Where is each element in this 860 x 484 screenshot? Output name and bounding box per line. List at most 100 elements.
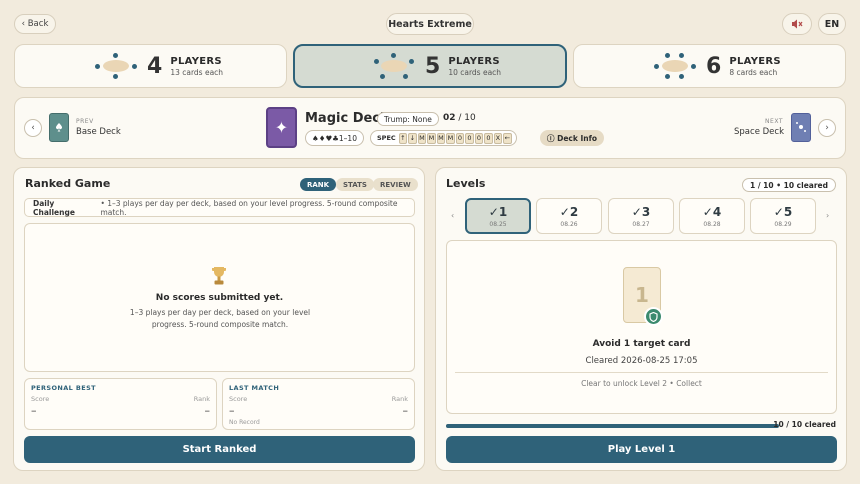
level-date: 08.28 xyxy=(703,220,721,228)
level-1[interactable]: ✓1 08.25 xyxy=(465,198,531,234)
level-number: ✓4 xyxy=(702,204,722,219)
back-button[interactable]: ‹ Back xyxy=(14,14,56,34)
player-count: 5 xyxy=(425,53,441,79)
level-number: ✓5 xyxy=(773,204,793,219)
levels-progress-bar xyxy=(446,424,779,428)
cleared-time: Cleared 2026-08-25 17:05 xyxy=(585,356,698,366)
table-5-icon xyxy=(373,53,415,79)
best-rank: – xyxy=(204,404,211,417)
level-date: 08.26 xyxy=(560,220,578,228)
deck-progress: 02 / 10 xyxy=(443,113,476,123)
start-ranked-button[interactable]: Start Ranked xyxy=(24,436,415,463)
personal-best: PERSONAL BEST Score Rank – – xyxy=(24,378,217,430)
tab-review[interactable]: REVIEW xyxy=(373,178,418,191)
trump-badge: Trump: None xyxy=(377,112,439,126)
level-number: ✓3 xyxy=(631,204,651,219)
last-match: LAST MATCH Score Rank – – No Record xyxy=(222,378,415,430)
prev-deck-name[interactable]: Base Deck xyxy=(76,127,121,137)
speaker-muted-icon xyxy=(792,19,803,29)
space-deck-icon[interactable] xyxy=(791,113,811,142)
spec-item: M xyxy=(436,132,446,144)
spec-strip: SPEC ↑ ↓ M M M M 0 0 0 0 X ← xyxy=(370,130,517,146)
levels-title: Levels xyxy=(446,177,486,190)
empty-title: No scores submitted yet. xyxy=(155,293,284,303)
language-button[interactable]: EN xyxy=(818,13,846,35)
deck-selector: ‹ PREV Base Deck ✦ Magic Deck Trump: Non… xyxy=(14,97,846,159)
levels-count: 1 / 10 • 10 cleared xyxy=(742,178,836,192)
players-label: PLAYERS xyxy=(170,55,222,67)
spec-item: ↑ xyxy=(398,132,408,144)
ranked-title: Ranked Game xyxy=(25,177,111,190)
level-2[interactable]: ✓2 08.26 xyxy=(536,198,602,234)
best-score: – xyxy=(31,404,37,417)
ranked-panel: Ranked Game RANK STATS REVIEW Daily Chal… xyxy=(13,167,425,471)
last-title: LAST MATCH xyxy=(229,384,280,392)
spec-item: ↓ xyxy=(408,132,417,144)
divider xyxy=(455,372,828,373)
play-level-button[interactable]: Play Level 1 xyxy=(446,436,837,463)
shield-icon xyxy=(644,307,663,326)
levels-panel: Levels 1 / 10 • 10 cleared ‹ ✓1 08.25 ✓2… xyxy=(435,167,847,471)
chevron-left-icon: ‹ xyxy=(31,123,35,133)
player-count: 6 xyxy=(706,53,722,79)
spec-item: M xyxy=(427,132,436,144)
last-rank: – xyxy=(402,404,409,417)
scores-box: No scores submitted yet. 1–3 plays per d… xyxy=(24,223,415,372)
tab-rank[interactable]: RANK xyxy=(300,178,337,191)
level-number: ✓2 xyxy=(559,204,579,219)
player-count: 4 xyxy=(147,53,163,79)
progress-text: 10 / 10 cleared xyxy=(773,420,836,429)
best-title: PERSONAL BEST xyxy=(31,384,97,392)
table-6-icon xyxy=(654,53,696,79)
mute-button[interactable] xyxy=(782,13,812,35)
spec-item: 0 xyxy=(484,132,493,144)
players-6-card[interactable]: 6 PLAYERS 8 cards each xyxy=(573,44,846,88)
unlock-hint: Clear to unlock Level 2 • Collect xyxy=(581,379,702,388)
level-date: 08.25 xyxy=(489,220,507,228)
spec-label: SPEC xyxy=(377,134,396,142)
suits-badge: ♠♦♥♣1–10 xyxy=(305,130,364,146)
players-5-card[interactable]: 5 PLAYERS 10 cards each xyxy=(293,44,567,88)
base-deck-icon[interactable] xyxy=(49,113,69,142)
spec-item: X xyxy=(493,132,503,144)
levels-right-arrow[interactable]: › xyxy=(826,211,829,220)
next-deck-name[interactable]: Space Deck xyxy=(734,127,784,137)
next-deck-button[interactable]: › xyxy=(818,119,836,137)
tab-stats[interactable]: STATS xyxy=(336,178,374,191)
daily-label: Daily Challenge xyxy=(33,198,75,217)
score-label: Score xyxy=(229,395,248,403)
prev-label: PREV xyxy=(76,118,94,125)
level-date: 08.27 xyxy=(632,220,650,228)
last-score: – xyxy=(229,404,235,417)
rank-label: Rank xyxy=(391,395,408,403)
spec-item: M xyxy=(417,132,427,144)
rank-label: Rank xyxy=(193,395,210,403)
daily-text: • 1–3 plays per day per deck, based on y… xyxy=(100,198,398,217)
sparkle-icon: ✦ xyxy=(266,107,297,148)
cards-each: 8 cards each xyxy=(729,67,778,77)
level-5[interactable]: ✓5 08.29 xyxy=(750,198,816,234)
game-title: Hearts Extreme xyxy=(386,13,474,35)
chevron-right-icon: › xyxy=(825,123,829,133)
level-4[interactable]: ✓4 08.28 xyxy=(679,198,745,234)
level-goal: Avoid 1 target card xyxy=(592,339,691,349)
spec-item: 0 xyxy=(455,132,465,144)
deck-info-button[interactable]: ⓘ Deck Info xyxy=(540,130,605,146)
daily-challenge: Daily Challenge • 1–3 plays per day per … xyxy=(24,198,415,217)
cards-each: 10 cards each xyxy=(448,67,502,77)
cards-each: 13 cards each xyxy=(170,67,224,77)
spec-item: 0 xyxy=(465,132,474,144)
players-4-card[interactable]: 4 PLAYERS 13 cards each xyxy=(14,44,287,88)
level-date: 08.29 xyxy=(774,220,792,228)
level-detail: 1 Avoid 1 target card Cleared 2026-08-25… xyxy=(446,240,837,414)
next-label: NEXT xyxy=(765,118,783,125)
spec-item: 0 xyxy=(474,132,484,144)
spec-item: ← xyxy=(503,132,512,144)
level-number: ✓1 xyxy=(488,204,508,219)
empty-subtitle: 1–3 plays per day per deck, based on you… xyxy=(129,308,311,329)
table-4-icon xyxy=(95,53,137,79)
prev-deck-button[interactable]: ‹ xyxy=(24,119,42,137)
levels-left-arrow[interactable]: ‹ xyxy=(451,211,454,220)
no-record: No Record xyxy=(229,419,260,426)
level-3[interactable]: ✓3 08.27 xyxy=(608,198,674,234)
